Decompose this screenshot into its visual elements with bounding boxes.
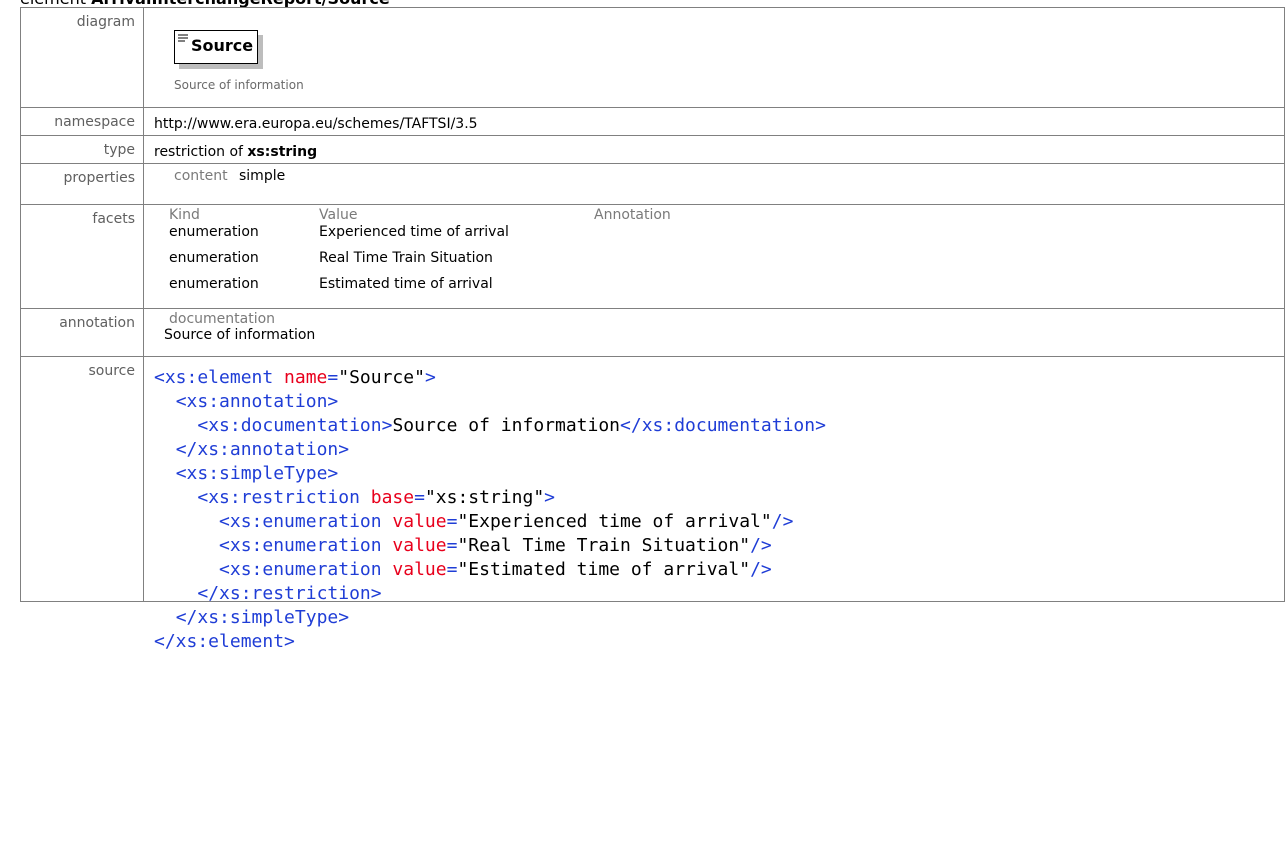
- type-value: restriction of xs:string: [144, 136, 1284, 163]
- code-line: </xs:annotation>: [154, 438, 1284, 462]
- element-doc-table: diagram Source Source of information nam…: [20, 7, 1285, 652]
- code-token: <xs:annotation>: [175, 391, 339, 412]
- facets-table: Kind Value Annotation enumeration Experi…: [169, 207, 671, 302]
- diagram-label: diagram: [20, 7, 144, 108]
- facets-header-value: Value: [319, 207, 358, 223]
- code-token: value: [392, 535, 447, 556]
- annotation-row: annotation documentation Source of infor…: [20, 308, 1285, 357]
- code-token: =: [414, 487, 425, 508]
- property-value: simple: [239, 168, 286, 184]
- source-box-title: Source: [191, 36, 254, 55]
- code-line: <xs:enumeration value="Experienced time …: [154, 510, 1284, 534]
- facet-kind: enumeration: [169, 276, 259, 292]
- code-token: value: [392, 511, 447, 532]
- facets-header-kind: Kind: [169, 207, 200, 223]
- source-code-block: <xs:element name="Source"> <xs:annotatio…: [144, 357, 1284, 652]
- code-line: <xs:documentation>Source of information<…: [154, 414, 1284, 438]
- code-token: </xs:annotation>: [175, 439, 350, 460]
- code-token: <xs:restriction: [197, 487, 371, 508]
- table-row: enumeration Estimated time of arrival: [169, 276, 671, 302]
- table-row: enumeration Experienced time of arrival: [169, 224, 671, 250]
- facet-value: Estimated time of arrival: [319, 276, 493, 292]
- source-row: source <xs:element name="Source"> <xs:an…: [20, 356, 1285, 652]
- code-line: <xs:annotation>: [154, 390, 1284, 414]
- type-row: type restriction of xs:string: [20, 135, 1285, 164]
- type-prefix: restriction of: [154, 144, 243, 160]
- code-token: =: [446, 511, 458, 532]
- code-token: <xs:documentation>: [197, 415, 393, 436]
- namespace-row: namespace http://www.era.europa.eu/schem…: [20, 107, 1285, 136]
- code-token: =: [327, 367, 339, 388]
- code-token: base: [370, 487, 415, 508]
- source-label: source: [20, 356, 144, 602]
- facet-value: Real Time Train Situation: [319, 250, 493, 266]
- facets-label: facets: [20, 204, 144, 309]
- code-token: <xs:enumeration: [219, 535, 393, 556]
- type-base-link[interactable]: xs:string: [247, 144, 317, 160]
- code-line: </xs:element>: [154, 630, 1284, 654]
- facet-annotation: [594, 250, 671, 276]
- annotation-text: Source of information: [164, 327, 316, 343]
- facets-header-row: Kind Value Annotation: [169, 207, 671, 224]
- type-label: type: [20, 135, 144, 164]
- diagram-row: diagram Source Source of information: [20, 7, 1285, 108]
- facets-header-annotation: Annotation: [594, 207, 671, 223]
- code-line: <xs:simpleType>: [154, 462, 1284, 486]
- source-element-box[interactable]: Source: [174, 30, 258, 64]
- table-row: enumeration Real Time Train Situation: [169, 250, 671, 276]
- diagram-caption: Source of information: [174, 78, 304, 92]
- code-token: =: [446, 535, 458, 556]
- code-token: </xs:restriction>: [197, 583, 382, 604]
- annotation-label: annotation: [20, 308, 144, 357]
- code-token: Source of information: [392, 415, 621, 436]
- code-token: >: [544, 487, 556, 508]
- code-token: name: [284, 367, 328, 388]
- code-line: <xs:enumeration value="Estimated time of…: [154, 558, 1284, 582]
- diagram-area: Source Source of information: [144, 8, 1284, 107]
- facet-value: Experienced time of arrival: [319, 224, 509, 240]
- facet-annotation: [594, 276, 671, 302]
- facet-kind: enumeration: [169, 250, 259, 266]
- code-token: "Estimated time of arrival": [457, 559, 751, 580]
- properties-label: properties: [20, 163, 144, 205]
- facet-annotation: [594, 224, 671, 250]
- code-line: </xs:restriction>: [154, 582, 1284, 606]
- facets-row: facets Kind Value Annotation enumeration…: [20, 204, 1285, 309]
- documentation-lines-icon: [178, 34, 188, 42]
- code-token: </xs:simpleType>: [175, 607, 350, 628]
- code-token: </xs:element>: [154, 631, 295, 652]
- code-token: <xs:enumeration: [219, 559, 393, 580]
- code-token: />: [750, 559, 772, 580]
- code-token: <xs:enumeration: [219, 511, 393, 532]
- facet-kind: enumeration: [169, 224, 259, 240]
- code-token: >: [424, 367, 436, 388]
- code-token: </xs:documentation>: [620, 415, 826, 436]
- code-token: "Experienced time of arrival": [457, 511, 772, 532]
- code-line: </xs:simpleType>: [154, 606, 1284, 630]
- code-token: <xs:element: [154, 367, 285, 388]
- code-token: />: [750, 535, 772, 556]
- code-token: "Source": [338, 367, 425, 388]
- code-token: <xs:simpleType>: [175, 463, 339, 484]
- properties-row: properties content simple: [20, 163, 1285, 205]
- namespace-label: namespace: [20, 107, 144, 136]
- code-line: <xs:restriction base="xs:string">: [154, 486, 1284, 510]
- namespace-value: http://www.era.europa.eu/schemes/TAFTSI/…: [154, 116, 478, 132]
- code-line: <xs:enumeration value="Real Time Train S…: [154, 534, 1284, 558]
- code-token: "xs:string": [424, 487, 545, 508]
- code-token: "Real Time Train Situation": [457, 535, 751, 556]
- facets-table-wrap: Kind Value Annotation enumeration Experi…: [144, 205, 1284, 308]
- code-token: =: [446, 559, 458, 580]
- code-line: <xs:element name="Source">: [154, 366, 1284, 390]
- properties-value: content simple: [144, 164, 1284, 204]
- code-token: value: [392, 559, 447, 580]
- annotation-value: documentation Source of information: [144, 309, 1284, 356]
- code-token: />: [771, 511, 794, 532]
- annotation-key: documentation: [169, 311, 276, 327]
- property-key: content: [174, 168, 228, 184]
